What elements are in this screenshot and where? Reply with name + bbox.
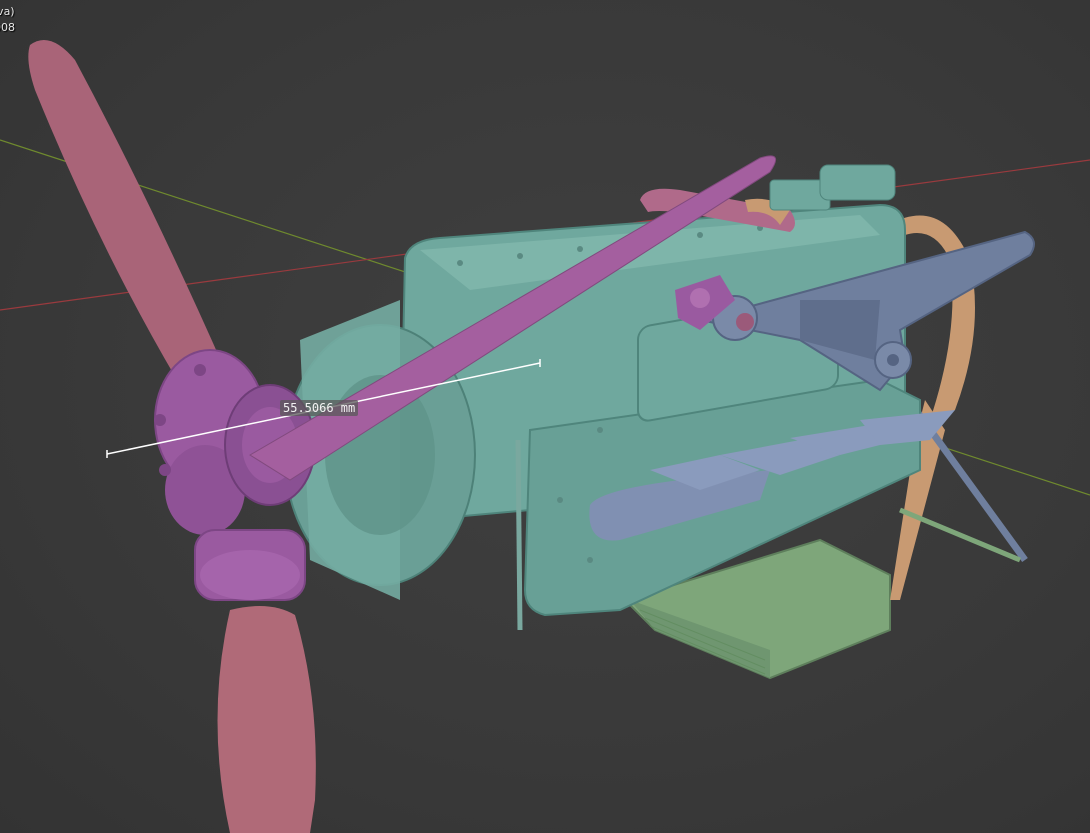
lower-rod	[899, 507, 1021, 563]
measurement-label: 55.5066 mm	[280, 400, 359, 416]
propeller-blade-upper[interactable]	[28, 40, 226, 385]
overlay-line-1: iva)	[0, 5, 15, 18]
propeller-blade-lower[interactable]	[217, 606, 316, 833]
overlay-line-2: 008	[0, 21, 15, 34]
scene-canvas[interactable]	[0, 0, 1090, 833]
3d-viewport[interactable]: iva) 008 55.5066 mm	[0, 0, 1090, 833]
viewport-info-overlay: iva) 008	[0, 4, 15, 36]
